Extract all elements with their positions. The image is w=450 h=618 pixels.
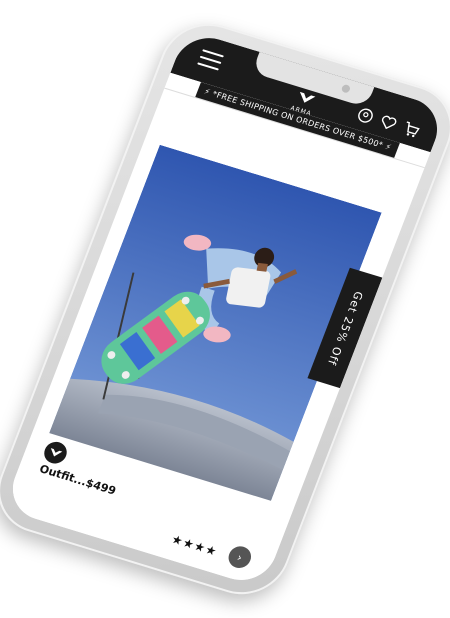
user-icon[interactable]	[355, 106, 376, 126]
cart-icon[interactable]	[401, 120, 422, 140]
next-button[interactable]: ›	[225, 543, 255, 571]
menu-icon[interactable]	[197, 49, 224, 71]
phone-mockup: ARMA ⚡ *FREE SHIPPING ON ORDERS OVER $50…	[0, 12, 450, 606]
logo-mark-icon	[299, 91, 316, 103]
logo-mark-icon	[50, 448, 63, 457]
device-stage: ARMA ⚡ *FREE SHIPPING ON ORDERS OVER $50…	[0, 0, 450, 618]
brand-avatar[interactable]	[41, 439, 70, 467]
rating-stars: ★★★★	[169, 532, 220, 559]
camera-dot	[340, 83, 352, 94]
product-caption[interactable]: Outfit...$499	[38, 462, 118, 497]
heart-icon[interactable]	[378, 113, 399, 133]
chevron-right-icon: ›	[235, 550, 245, 564]
